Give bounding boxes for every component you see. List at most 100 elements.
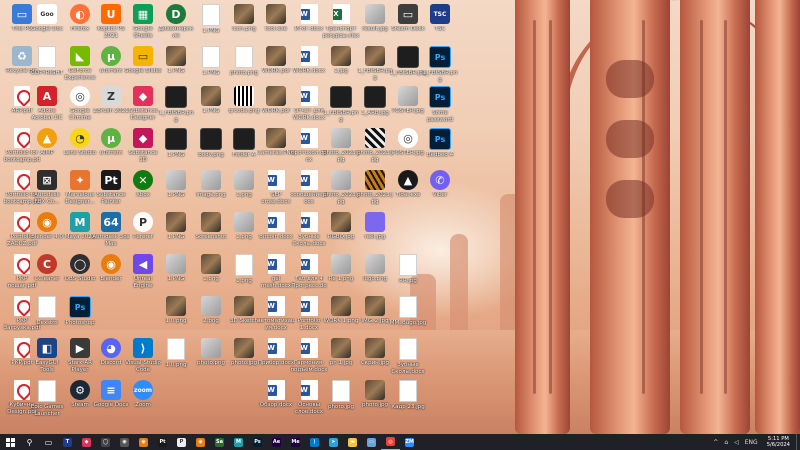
image-thumbnail-icon [166,296,186,316]
network-icon[interactable]: ⌂ [721,439,731,446]
taskbar-tsc-button[interactable]: T [58,434,77,450]
app-shortcut-icon: µ [101,128,121,148]
desktop-icon[interactable]: Кадр 23.jpg [389,380,427,411]
desktop-icon-label: MM_Bugo.jpg [389,320,427,326]
image-thumbnail-icon [201,170,221,190]
photoshop-file-icon: Ps [429,86,451,108]
app-shortcut-icon: Z [101,86,121,106]
start-button[interactable] [0,434,20,450]
desktop-icon[interactable]: ph 1.jpg [322,338,360,367]
taskbar-task-view-button[interactable]: ▭ [39,434,58,450]
image-thumbnail-icon [365,170,385,190]
app-shortcut-icon: ◉ [37,212,57,232]
taskbar-photoshop-button[interactable]: Ps [248,434,267,450]
taskbar-search-button[interactable]: ⚲ [20,434,39,450]
taskbar-media-encoder-button[interactable]: Me [286,434,305,450]
desktop-icon[interactable]: 1.PNG [157,212,195,241]
desktop-icon[interactable]: photo.jpg [322,380,360,411]
volume-icon[interactable]: ◁ [731,439,742,446]
desktop-icon[interactable]: Ps Photoshop [61,296,99,327]
taskbar-vscode-button[interactable]: ⟩ [305,434,324,450]
word-document-icon [267,338,285,358]
tray-overflow-icon[interactable]: ^ [710,439,721,446]
desktop-icon-label: 1_FBtSBR.png [422,70,458,83]
taskbar-after-effects-button[interactable]: Ae [267,434,286,450]
taskbar-gallery-button[interactable]: ▭ [362,434,381,450]
word-document-icon [300,338,318,358]
language-indicator[interactable]: ENG [742,439,761,446]
desktop-icon[interactable]: 1.PNG [157,46,195,75]
desktop-icon[interactable]: Транспорт ресурсы.xlsx [322,4,360,39]
app-shortcut-icon: ≡ [101,380,121,400]
app-shortcut-icon: ◎ [398,128,418,148]
desktop-icon[interactable]: TSC TSC [421,4,459,33]
file-explorer-icon: ▬ [348,437,357,447]
taskbar-app-red-button[interactable]: ◆ [77,434,96,450]
desktop-icon[interactable]: zoom Zoom [124,380,162,409]
taskbar-obs-button[interactable]: ◯ [96,434,115,450]
desktop-icon[interactable]: ✆ Viber [421,170,459,199]
desktop-icon-label: Re 1.png [328,276,354,282]
taskbar-maya-button[interactable]: M [229,434,248,450]
document-icon [235,254,253,276]
desktop-icon[interactable]: 1.jpg [322,46,360,75]
word-document-icon [267,170,285,190]
taskbar-substance-button[interactable]: Sa [210,434,229,450]
windows-icon [5,437,15,447]
app-shortcut-icon: D [166,4,186,24]
document-icon [399,380,417,402]
image-thumbnail-icon [398,86,418,106]
image-thumbnail-icon [234,212,254,232]
clock[interactable]: 5:11 PM 5/6/2024 [761,436,796,448]
image-thumbnail-icon [365,4,385,24]
desktop-icon[interactable]: Ps 1_FBtSBR.png [421,46,459,83]
desktop-icon[interactable]: RR.jpg [389,254,427,285]
taskbar-painter-button[interactable]: Pt [153,434,172,450]
desktop-icon[interactable]: RGBQ.jpg [322,212,360,241]
app-shortcut-icon: ◯ [70,254,90,274]
taskbar-pureref-button[interactable]: P [172,434,191,450]
desktop-icon[interactable]: photo_2023.jpg [322,128,360,163]
show-desktop-button[interactable] [796,434,800,450]
app-shortcut-icon: zoom [133,380,153,400]
desktop-icon[interactable]: 1.PNG [157,128,195,159]
desktop-icon-label: Транспорт ресурсы.xlsx [322,26,360,39]
taskbar-zoom-it-button[interactable]: ZM [400,434,419,450]
app-shortcut-icon: ◀ [133,254,153,274]
taskbar: ⚲ ▭ T ◆ ◯ ◉ ◉ Pt P ◉ Sa M Ps Ae Me ⟩ ➤ ▬ ▭ ◎ ZM ^ ⌂ ◁ ENG 5:… [0,434,800,450]
obs-icon: ◯ [101,437,110,447]
desktop-icon[interactable]: reel.jpg [356,212,394,241]
image-thumbnail-icon [365,296,385,316]
taskbar-blender-2-button[interactable]: ◉ [191,434,210,450]
desktop-icon[interactable]: 1.PNG [157,254,195,283]
desktop-icon[interactable]: 1_FBtSBR.png [157,86,195,123]
taskbar-github-button[interactable]: ◉ [115,434,134,450]
taskbar-file-explorer-button[interactable]: ▬ [343,434,362,450]
desktop-icon[interactable]: 1.PNG [157,170,195,199]
taskbar-blender-button[interactable]: ◉ [134,434,153,450]
taskbar-telegram-button[interactable]: ➤ [324,434,343,450]
taskbar-chrome-button[interactable]: ◎ [381,434,400,450]
desktop-icon-label: Дизайнерские [158,26,194,39]
desktop-icon[interactable]: Ps Some password [421,86,459,123]
telegram-icon: ➤ [329,437,338,447]
desktop-icon[interactable]: Зубные Сколы.docx [389,338,427,375]
document-icon [38,46,56,68]
desktop-icon[interactable]: D Дизайнерские [157,4,195,39]
desktop-icon[interactable]: photo_2023.jpg [322,170,360,205]
desktop-icon[interactable]: Ps Bedbed 4 [421,128,459,159]
desktop-icon[interactable]: MM_Bugo.jpg [389,296,427,327]
app-shortcut-icon: ▲ [398,170,418,190]
image-thumbnail-icon [165,128,187,150]
desktop-icon-label: 1.PNG [167,192,185,198]
desktop-icon[interactable]: 1.0.png [157,296,195,325]
desktop-icon[interactable]: 1_FBtSBR.png [322,86,360,123]
word-document-icon [300,86,318,106]
desktop-icon[interactable]: Re 1.png [322,254,360,283]
word-document-icon [300,380,318,400]
desktop-icon[interactable]: WORK 1.png [322,296,360,325]
image-thumbnail-icon [201,254,221,274]
desktop-icon-label: reel.jpg [364,234,386,240]
desktop-icon[interactable]: 1.0.png [157,338,195,369]
app-shortcut-icon: Pt [101,170,121,190]
